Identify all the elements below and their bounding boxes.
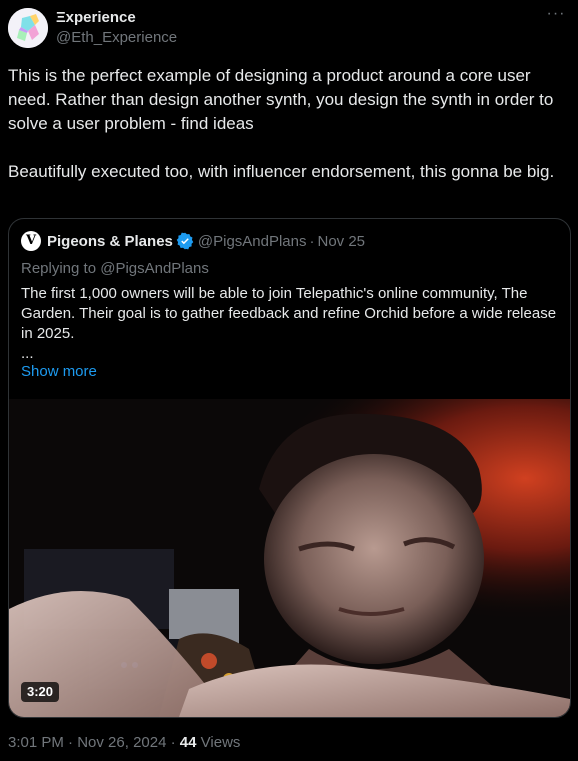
views-label: Views xyxy=(200,734,241,751)
show-more-link[interactable]: Show more xyxy=(21,363,97,380)
quoted-author-name[interactable]: Pigeons & Planes xyxy=(47,233,173,250)
quoted-author-avatar[interactable]: V xyxy=(21,231,41,251)
tweet-paragraph: Beautifully executed too, with influence… xyxy=(8,162,555,181)
separator-dot: · xyxy=(170,734,176,751)
video-thumbnail[interactable]: 3:20 xyxy=(9,399,570,717)
separator-dot: · xyxy=(68,734,74,751)
tweet-time[interactable]: 3:01 PM xyxy=(8,734,64,751)
tweet-metadata: 3:01 PM · Nov 26, 2024 · 44 Views xyxy=(8,734,240,751)
quoted-tweet[interactable]: V Pigeons & Planes @PigsAndPlans · Nov 2… xyxy=(8,218,571,718)
separator-dot: · xyxy=(309,232,315,250)
quoted-tweet-ellipsis: ... xyxy=(21,345,34,362)
quoted-tweet-header: V Pigeons & Planes @PigsAndPlans · Nov 2… xyxy=(21,231,365,251)
tweet-paragraph: This is the perfect example of designing… xyxy=(8,66,554,133)
tweet-text: This is the perfect example of designing… xyxy=(8,64,570,184)
verified-badge-icon xyxy=(176,232,194,250)
video-duration-badge: 3:20 xyxy=(21,682,60,702)
author-display-name[interactable]: Ξxperience xyxy=(56,9,136,26)
replying-to: Replying to @PigsAndPlans xyxy=(21,260,209,277)
more-horizontal-icon[interactable]: ··· xyxy=(544,6,568,24)
views-count: 44 xyxy=(179,734,197,751)
author-avatar[interactable] xyxy=(8,8,48,48)
tweet-date[interactable]: Nov 26, 2024 xyxy=(77,734,166,751)
quoted-tweet-text: The first 1,000 owners will be able to j… xyxy=(21,284,557,364)
author-handle[interactable]: @Eth_Experience xyxy=(56,29,177,46)
quoted-tweet-body: The first 1,000 owners will be able to j… xyxy=(21,285,557,342)
video-frame-image xyxy=(9,399,570,717)
quoted-tweet-date[interactable]: Nov 25 xyxy=(318,233,366,250)
quoted-author-handle[interactable]: @PigsAndPlans xyxy=(198,233,307,250)
